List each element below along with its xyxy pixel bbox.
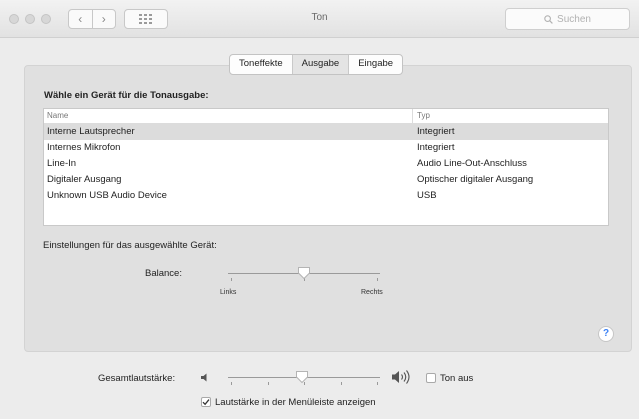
- search-field[interactable]: Suchen: [505, 8, 630, 30]
- balance-left-label: Links: [220, 289, 237, 296]
- balance-label: Balance:: [145, 268, 182, 279]
- tab-toneffekte[interactable]: Toneffekte: [230, 55, 292, 74]
- volume-slider-knob[interactable]: [295, 370, 309, 384]
- device-settings-label: Einstellungen für das ausgewählte Gerät:: [43, 240, 217, 251]
- search-placeholder: Suchen: [557, 13, 591, 25]
- tab-eingabe[interactable]: Eingabe: [348, 55, 402, 74]
- slider-tick: [341, 382, 342, 385]
- show-volume-in-menubar-label: Lautstärke in der Menüleiste anzeigen: [215, 397, 376, 408]
- device-type: Integriert: [417, 142, 455, 153]
- balance-right-label: Rechts: [361, 289, 383, 296]
- slider-tick: [231, 278, 232, 281]
- tab-bar: Toneffekte Ausgabe Eingabe: [229, 54, 404, 75]
- bottom-bar: [0, 352, 639, 419]
- output-device-table: Name Typ Interne Lautsprecher Integriert…: [43, 108, 609, 226]
- table-header: Name Typ: [44, 109, 608, 124]
- slider-tick: [377, 278, 378, 281]
- slider-tick: [231, 382, 232, 385]
- device-name: Unknown USB Audio Device: [47, 190, 167, 201]
- speaker-loud-icon: [392, 370, 410, 384]
- table-row[interactable]: Interne Lautsprecher Integriert: [44, 124, 608, 140]
- tab-ausgabe[interactable]: Ausgabe: [291, 55, 349, 74]
- device-name: Interne Lautsprecher: [47, 126, 135, 137]
- checkmark-icon: [202, 399, 210, 406]
- device-name: Internes Mikrofon: [47, 142, 121, 153]
- title-bar: ‹ › Ton Suchen: [0, 0, 639, 38]
- device-name: Digitaler Ausgang: [47, 174, 122, 185]
- output-heading: Wähle ein Gerät für die Tonausgabe:: [44, 90, 209, 101]
- help-button[interactable]: ?: [598, 326, 614, 342]
- slider-tick: [377, 382, 378, 385]
- column-header-type[interactable]: Typ: [417, 111, 430, 120]
- device-type: Audio Line-Out-Anschluss: [417, 158, 527, 169]
- volume-label: Gesamtlautstärke:: [98, 373, 176, 384]
- balance-slider-knob[interactable]: [297, 266, 311, 280]
- slider-tick: [268, 382, 269, 385]
- mute-checkbox[interactable]: [426, 373, 436, 383]
- table-row[interactable]: Line-In Audio Line-Out-Anschluss: [44, 156, 608, 172]
- device-type: Optischer digitaler Ausgang: [417, 174, 534, 185]
- table-row[interactable]: Digitaler Ausgang Optischer digitaler Au…: [44, 172, 608, 188]
- search-icon: [544, 14, 553, 24]
- column-header-name[interactable]: Name: [47, 111, 68, 120]
- device-type: Integriert: [417, 126, 455, 137]
- device-name: Line-In: [47, 158, 77, 169]
- mute-label: Ton aus: [440, 373, 474, 384]
- table-row[interactable]: Internes Mikrofon Integriert: [44, 140, 608, 156]
- device-type: USB: [417, 190, 437, 201]
- show-volume-in-menubar-checkbox[interactable]: [201, 397, 211, 407]
- table-row[interactable]: Unknown USB Audio Device USB: [44, 188, 608, 204]
- column-divider: [412, 109, 413, 123]
- speaker-mute-icon: [201, 373, 207, 382]
